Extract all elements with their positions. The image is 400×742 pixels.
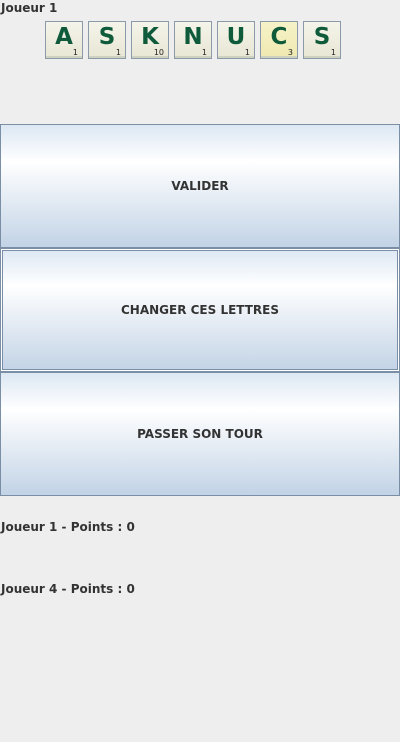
current-player-label: Joueur 1 [1,1,58,15]
tile-score: 1 [330,48,336,57]
tile-score: 3 [287,48,293,57]
tile-letter: C [270,24,288,50]
pass-turn-button[interactable]: PASSER SON TOUR [0,372,400,496]
tile-letter: K [141,24,159,50]
letter-tile[interactable]: S 1 [303,21,341,59]
letter-tile[interactable]: U 1 [217,21,255,59]
letter-tile[interactable]: N 1 [174,21,212,59]
tile-score: 1 [115,48,121,57]
tile-letter: S [313,24,331,50]
validate-button[interactable]: VALIDER [0,124,400,248]
letter-tile[interactable]: A 1 [45,21,83,59]
player-score: Joueur 4 - Points : 0 [1,582,135,596]
tile-letter: U [226,24,246,50]
player-score: Joueur 1 - Points : 0 [1,520,135,534]
tile-letter: A [55,24,73,50]
tile-score: 1 [72,48,78,57]
letter-tile[interactable]: C 3 [260,21,298,59]
change-letters-button[interactable]: CHANGER CES LETTRES [0,248,400,372]
tile-score: 1 [201,48,207,57]
letter-rack: A 1 S 1 K 10 N 1 U 1 C 3 S 1 [45,21,341,59]
tile-score: 10 [153,48,164,57]
letter-tile[interactable]: K 10 [131,21,169,59]
tile-score: 1 [244,48,250,57]
tile-letter: N [183,24,203,50]
tile-letter: S [98,24,116,50]
letter-tile[interactable]: S 1 [88,21,126,59]
